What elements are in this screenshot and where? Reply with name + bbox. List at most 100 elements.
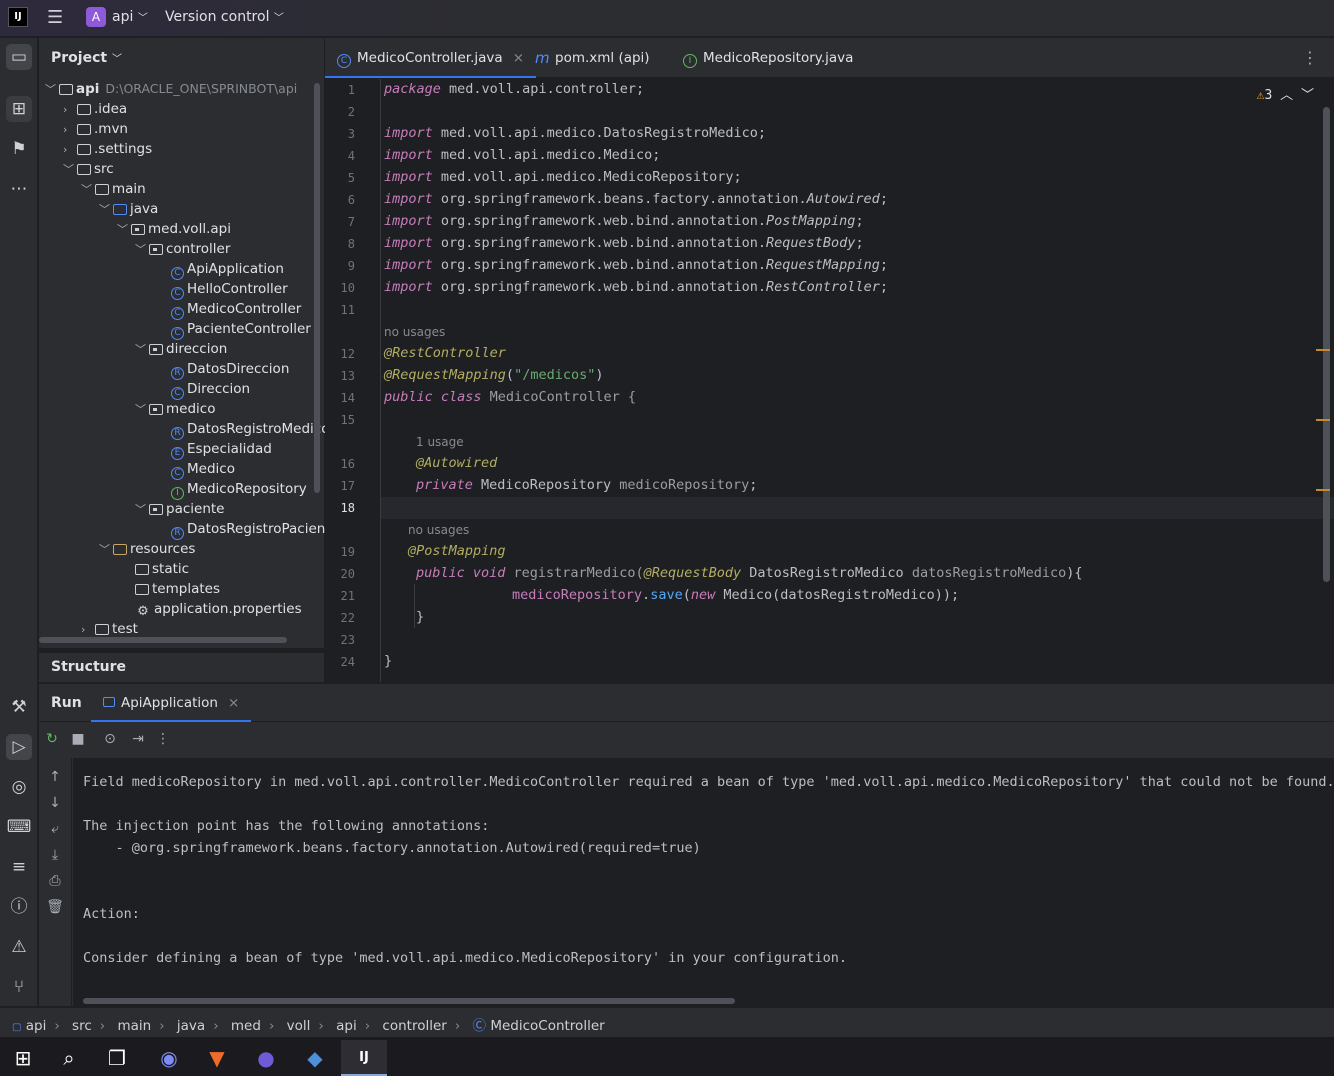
code-text: }	[384, 653, 393, 669]
tree-item[interactable]: ﹀ main	[81, 179, 146, 199]
breadcrumb-item[interactable]: controller	[382, 1018, 446, 1034]
tab-medicocontroller[interactable]: C MedicoController.java ×	[325, 38, 537, 78]
tree-item[interactable]: C HelloController	[157, 279, 288, 300]
warning-icon[interactable]: ⚠	[6, 934, 32, 960]
usage-hint[interactable]: 1 usage	[416, 435, 464, 449]
print-icon[interactable]: ⎙	[46, 872, 64, 890]
camera-icon[interactable]: ⊙	[101, 730, 119, 748]
tree-root[interactable]: ﹀ api D:\ORACLE_ONE\SPRINBOT\api	[45, 79, 297, 99]
warning-marker[interactable]	[1316, 419, 1330, 421]
soft-wrap-icon[interactable]: ⤶	[46, 820, 64, 838]
brave-icon[interactable]: ▼	[194, 1040, 240, 1076]
close-icon[interactable]: ×	[228, 695, 239, 711]
tree-item[interactable]: ﹀ medico	[135, 399, 215, 419]
structure-icon[interactable]: ⊞	[6, 96, 32, 122]
bookmark-icon[interactable]: ⚑	[6, 136, 32, 162]
search-icon[interactable]: ⌕	[46, 1040, 92, 1076]
tree-item[interactable]: ﹀ med.voll.api	[117, 219, 231, 239]
breadcrumb-item[interactable]: src	[72, 1018, 92, 1034]
breadcrumb-item[interactable]: med	[231, 1018, 261, 1034]
trash-icon[interactable]: 🗑	[46, 898, 64, 916]
tree-item[interactable]: ﹀ paciente	[135, 499, 224, 519]
discord-icon[interactable]: ◉	[146, 1040, 192, 1076]
scroll-to-end-icon[interactable]: ⤓	[46, 846, 64, 864]
tab-options-icon[interactable]: ⋮	[1302, 48, 1318, 67]
tree-item[interactable]: templates	[121, 579, 220, 599]
windows-start-icon[interactable]: ⊞	[0, 1040, 46, 1076]
todo-list-icon[interactable]: ≡	[6, 854, 32, 880]
tree-item[interactable]: R DatosDireccion	[157, 359, 289, 380]
tree-item[interactable]: C Medico	[157, 459, 235, 480]
tree-item[interactable]: ﹀ direccion	[135, 339, 227, 359]
tree-item[interactable]: › .idea	[63, 99, 127, 119]
project-scrollbar[interactable]	[314, 83, 320, 493]
breadcrumb-item[interactable]: api	[336, 1018, 357, 1034]
breadcrumb-item[interactable]: api	[26, 1018, 47, 1034]
chevron-down-icon[interactable]: ﹀	[1301, 88, 1314, 103]
tree-item[interactable]: › .settings	[63, 139, 152, 159]
tab-apiapplication[interactable]: ApiApplication ×	[91, 684, 252, 722]
usage-hint[interactable]: no usages	[408, 523, 469, 537]
tree-item[interactable]: I MedicoRepository	[157, 479, 307, 500]
usage-hint[interactable]: no usages	[384, 325, 445, 339]
rerun-icon[interactable]: ↻	[43, 730, 61, 748]
tree-item[interactable]: › .mvn	[63, 119, 128, 139]
folder-icon	[77, 104, 91, 115]
tree-item[interactable]: C MedicoController	[157, 299, 301, 320]
project-badge[interactable]: A	[86, 7, 106, 27]
tree-item[interactable]: R DatosRegistroPaciente	[157, 519, 339, 540]
task-view-icon[interactable]: ❐	[94, 1040, 140, 1076]
git-branch-icon[interactable]: ⑂	[6, 974, 32, 1000]
code-text: org.springframework.web.bind.annotation.	[432, 213, 767, 229]
intellij-taskbar-icon[interactable]: IJ	[341, 1040, 387, 1076]
console-hscrollbar[interactable]	[83, 998, 735, 1004]
console-output[interactable]: Field medicoRepository in med.voll.api.c…	[73, 758, 1334, 1006]
run-icon[interactable]: ▷	[6, 734, 32, 760]
warning-marker[interactable]	[1316, 489, 1330, 491]
restore-layout-icon[interactable]: ⇥	[129, 730, 147, 748]
code-editor[interactable]: 1 2 3 4 5 6 7 8 9 10 11 12 13 14 15 16 1…	[325, 79, 1334, 682]
more-options-icon[interactable]: ⋮	[154, 730, 172, 748]
close-icon[interactable]: ×	[513, 50, 524, 66]
tab-pom[interactable]: m pom.xml (api)	[535, 38, 650, 78]
tree-item[interactable]: ﹀ controller	[135, 239, 230, 259]
tree-item[interactable]: ⚙ application.properties	[121, 599, 301, 619]
breadcrumb-item[interactable]: java	[177, 1018, 205, 1034]
inspection-widget[interactable]: ⚠3 ︿ ﹀	[1257, 84, 1314, 103]
tree-item[interactable]: C PacienteController	[157, 319, 311, 340]
warning-marker[interactable]	[1316, 349, 1330, 351]
version-control-menu[interactable]: Version control ﹀	[165, 9, 284, 25]
tree-item[interactable]: E Especialidad	[157, 439, 272, 460]
tree-item[interactable]: ﹀ java	[99, 199, 158, 219]
eclipse-icon[interactable]: ●	[243, 1040, 289, 1076]
breadcrumb-item[interactable]: MedicoController	[490, 1018, 604, 1034]
problems-icon[interactable]: ⓘ	[6, 894, 32, 920]
intellij-logo-icon[interactable]: IJ	[8, 7, 28, 27]
structure-panel-header[interactable]: Structure	[39, 652, 324, 682]
services-icon[interactable]: ◎	[6, 774, 32, 800]
build-hammer-icon[interactable]: ⚒	[6, 694, 32, 720]
tree-item[interactable]: static	[121, 559, 189, 579]
breadcrumb-item[interactable]: voll	[287, 1018, 311, 1034]
project-hscrollbar[interactable]	[39, 637, 287, 643]
project-panel-header[interactable]: Project ﹀	[39, 38, 324, 78]
tree-item[interactable]: ﹀ src	[63, 159, 114, 179]
project-switcher[interactable]: api ﹀	[112, 9, 148, 25]
tree-item[interactable]: › test	[81, 619, 138, 639]
breadcrumb-item[interactable]: main	[117, 1018, 151, 1034]
main-menu-icon[interactable]: ☰	[47, 9, 67, 27]
terminal-icon[interactable]: ⌨	[6, 814, 32, 840]
arrow-up-icon[interactable]: ↑	[46, 768, 64, 786]
tree-item[interactable]: C ApiApplication	[157, 259, 284, 280]
chevron-up-icon[interactable]: ︿	[1280, 88, 1293, 103]
project-folder-icon[interactable]: ▭	[6, 44, 32, 70]
stop-icon[interactable]: ■	[69, 730, 87, 748]
more-icon[interactable]: ⋯	[6, 176, 32, 202]
editor-scrollbar[interactable]	[1323, 107, 1330, 582]
tab-medicorepository[interactable]: I MedicoRepository.java	[683, 38, 853, 78]
mysql-workbench-icon[interactable]: ◆	[292, 1040, 338, 1076]
tree-item[interactable]: R DatosRegistroMedico	[157, 419, 329, 440]
tree-item[interactable]: C Direccion	[157, 379, 250, 400]
tree-item[interactable]: ﹀ resources	[99, 539, 195, 559]
arrow-down-icon[interactable]: ↓	[46, 794, 64, 812]
